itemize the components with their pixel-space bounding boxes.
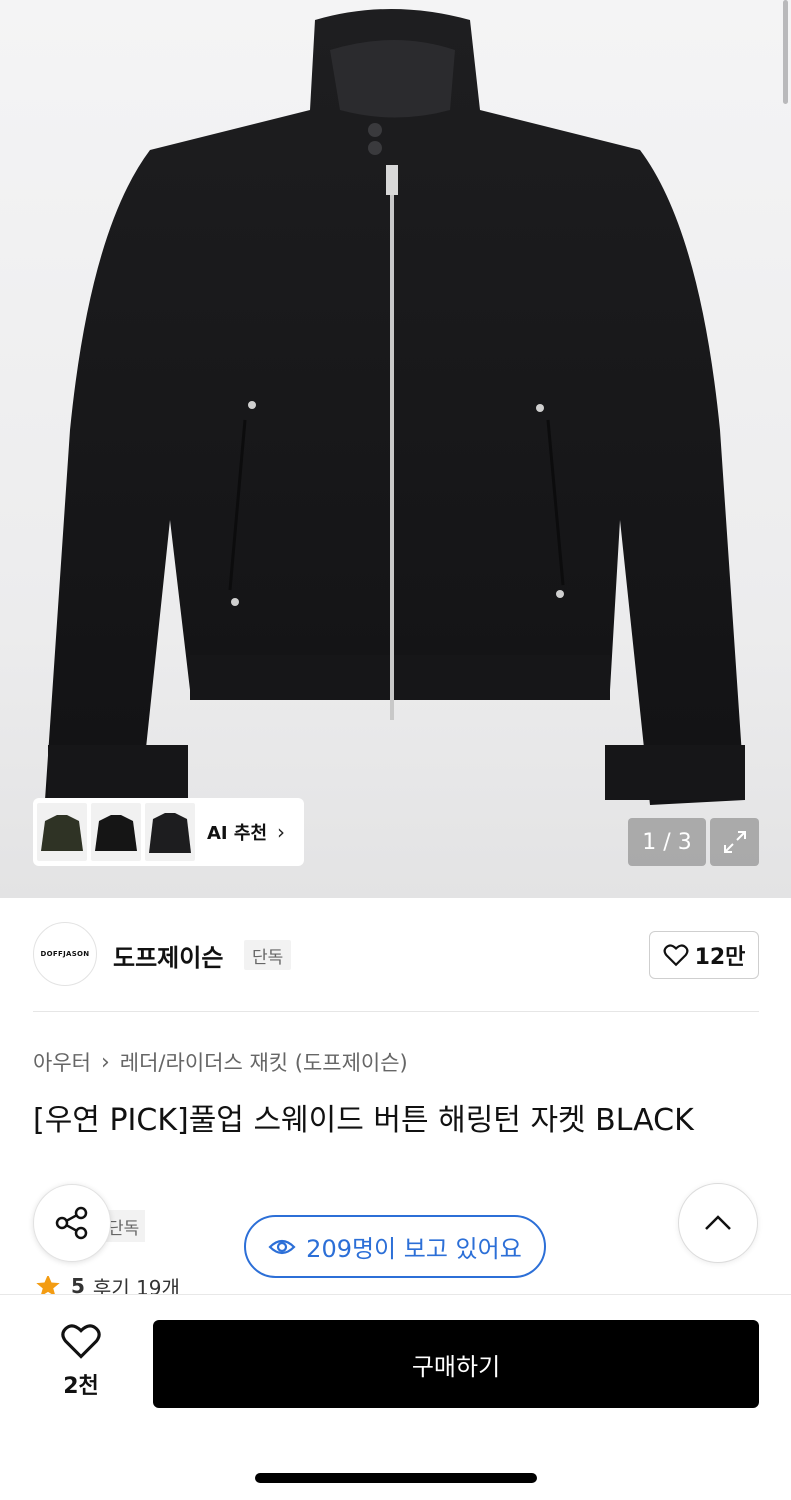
viewers-pill: 209명이 보고 있어요 (244, 1215, 546, 1278)
thumbnail-1[interactable] (37, 803, 87, 861)
share-icon (55, 1206, 88, 1240)
viewers-text: 209명이 보고 있어요 (306, 1235, 522, 1263)
brand-like-button[interactable]: 12만 (649, 931, 759, 979)
breadcrumb-subcategory[interactable]: 레더/라이더스 재킷 (도프제이슨) (120, 1047, 408, 1077)
thumbnail-3[interactable] (145, 803, 195, 861)
scrollbar[interactable] (783, 0, 788, 104)
breadcrumb: 아우터 › 레더/라이더스 재킷 (도프제이슨) (33, 1047, 408, 1077)
home-indicator (255, 1473, 537, 1483)
brand-logo[interactable]: DOFFJASON (33, 922, 97, 986)
image-counter: 1 / 3 (628, 818, 706, 866)
buy-button[interactable]: 구매하기 (153, 1320, 759, 1408)
wish-count: 2천 (63, 1374, 99, 1399)
chevron-up-icon (705, 1215, 731, 1230)
product-image[interactable]: AI 추천 › 1 / 3 (0, 0, 791, 898)
eye-icon (268, 1239, 296, 1254)
ai-recommend-button[interactable]: AI 추천 › (33, 798, 304, 866)
heart-icon (61, 1324, 101, 1359)
expand-icon (723, 831, 746, 853)
star-icon (36, 1276, 60, 1296)
brand-like-count: 12만 (694, 945, 746, 970)
wish-button[interactable]: 2천 (50, 1322, 112, 1400)
divider (33, 1011, 759, 1012)
thumbnail-2[interactable] (91, 803, 141, 861)
rating-row[interactable]: 5 후기 19개 (33, 1276, 180, 1296)
jacket-photo (45, 9, 745, 805)
heart-icon (663, 944, 689, 967)
ai-recommend-label: AI 추천 (207, 823, 268, 844)
exclusive-badge: 단독 (244, 940, 292, 970)
review-count[interactable]: 후기 19개 (93, 1276, 180, 1296)
product-title: [우연 PICK]풀업 스웨이드 버튼 해링턴 자켓 BLACK (33, 1103, 694, 1138)
breadcrumb-category[interactable]: 아우터 (33, 1047, 91, 1077)
chevron-right-icon: › (277, 820, 286, 844)
scroll-top-button[interactable] (678, 1183, 758, 1263)
expand-button[interactable] (710, 818, 759, 866)
brand-name[interactable]: 도프제이슨 (113, 938, 223, 973)
share-button[interactable] (33, 1184, 111, 1262)
chevron-right-icon: › (100, 1049, 110, 1075)
rating-score: 5 (71, 1276, 85, 1296)
